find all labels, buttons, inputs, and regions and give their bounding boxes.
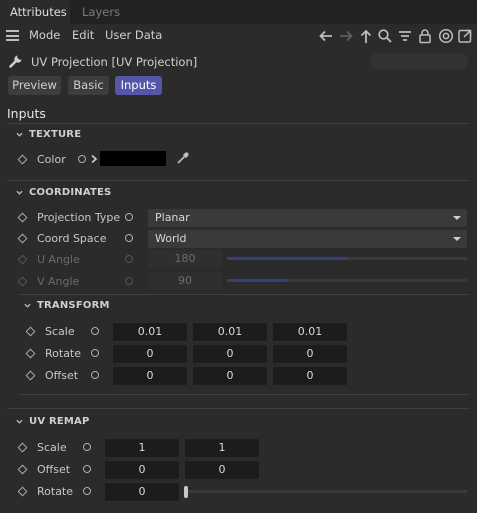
- inputs-button[interactable]: Inputs: [115, 76, 162, 95]
- uv-rotate-slider-handle[interactable]: [184, 486, 188, 498]
- transform-scale-x-field[interactable]: 0.01: [113, 323, 187, 341]
- transform-offset-label: Offset: [45, 369, 79, 382]
- connect-port-icon[interactable]: [91, 327, 99, 335]
- uv-offset-label: Offset: [37, 463, 71, 476]
- coord-space-value: World: [155, 232, 187, 245]
- up-arrow-icon[interactable]: [357, 27, 375, 45]
- eyedropper-icon[interactable]: [175, 150, 191, 166]
- menu-edit[interactable]: Edit: [72, 28, 94, 42]
- section-header-texture[interactable]: TEXTURE: [29, 129, 81, 140]
- section-divider: [7, 180, 470, 181]
- filter-icon[interactable]: [396, 27, 414, 45]
- target-icon[interactable]: [437, 27, 455, 45]
- u-angle-label: U Angle: [37, 253, 80, 266]
- projection-type-value: Planar: [155, 211, 190, 224]
- section-header-coordinates[interactable]: COORDINATES: [29, 187, 111, 198]
- keyframe-diamond-icon[interactable]: [17, 464, 28, 475]
- v-angle-slider-fill: [227, 279, 287, 282]
- transform-scale-y-field[interactable]: 0.01: [193, 323, 267, 341]
- uv-scale-u-field[interactable]: 1: [105, 439, 179, 457]
- new-window-icon[interactable]: [456, 27, 474, 45]
- projection-type-label: Projection Type: [37, 211, 121, 224]
- keyframe-diamond-icon: [17, 254, 28, 265]
- connect-port-icon[interactable]: [83, 487, 91, 495]
- connect-port-icon[interactable]: [83, 465, 91, 473]
- menu-bar: Mode Edit User Data: [0, 24, 477, 48]
- uv-offset-u-field[interactable]: 0: [105, 461, 179, 479]
- uv-rotate-label: Rotate: [37, 485, 74, 498]
- keyframe-diamond-icon[interactable]: [25, 326, 36, 337]
- chevron-down-icon[interactable]: [16, 189, 23, 196]
- coord-space-dropdown[interactable]: World: [148, 230, 467, 248]
- color-label: Color: [37, 153, 66, 166]
- v-angle-field: 90: [148, 272, 222, 290]
- tab-layers[interactable]: Layers: [72, 0, 130, 24]
- keyframe-diamond-icon[interactable]: [17, 212, 28, 223]
- uv-scale-label: Scale: [37, 441, 67, 454]
- tab-attributes[interactable]: Attributes: [0, 0, 70, 24]
- menu-user-data[interactable]: User Data: [105, 28, 162, 42]
- keyframe-diamond-icon[interactable]: [17, 154, 28, 165]
- wrench-icon: [9, 55, 22, 68]
- page-title: Inputs: [7, 106, 46, 121]
- hamburger-icon[interactable]: [6, 30, 19, 41]
- forward-arrow-icon[interactable]: [337, 27, 355, 45]
- uv-scale-v-field[interactable]: 1: [185, 439, 259, 457]
- transform-offset-x-field[interactable]: 0: [113, 367, 187, 385]
- keyframe-diamond-icon[interactable]: [17, 442, 28, 453]
- chevron-down-icon[interactable]: [24, 302, 31, 309]
- coord-space-label: Coord Space: [37, 232, 107, 245]
- transform-scale-label: Scale: [45, 325, 75, 338]
- section-header-transform[interactable]: TRANSFORM: [37, 300, 110, 311]
- preview-button[interactable]: Preview: [8, 76, 61, 95]
- connect-port-icon: [125, 255, 133, 263]
- object-title-bar: UV Projection [UV Projection]: [0, 50, 477, 72]
- transform-rotate-x-field[interactable]: 0: [113, 345, 187, 363]
- transform-scale-z-field[interactable]: 0.01: [273, 323, 347, 341]
- keyframe-diamond-icon: [17, 276, 28, 287]
- menu-mode[interactable]: Mode: [29, 28, 60, 42]
- color-swatch[interactable]: [100, 151, 166, 166]
- projection-type-dropdown[interactable]: Planar: [148, 209, 467, 227]
- v-angle-slider: [227, 279, 467, 282]
- uv-offset-v-field[interactable]: 0: [185, 461, 259, 479]
- section-divider: [18, 294, 470, 295]
- keyframe-diamond-icon[interactable]: [17, 233, 28, 244]
- lock-icon[interactable]: [416, 27, 434, 45]
- u-angle-slider-fill: [227, 257, 347, 260]
- chevron-down-icon[interactable]: [16, 418, 23, 425]
- panel-tab-bar: Attributes Layers: [0, 0, 477, 24]
- keyframe-diamond-icon[interactable]: [25, 348, 36, 359]
- u-angle-field: 180: [148, 250, 222, 268]
- connect-port-icon[interactable]: [91, 349, 99, 357]
- connect-port-icon[interactable]: [125, 234, 133, 242]
- transform-rotate-z-field[interactable]: 0: [273, 345, 347, 363]
- connect-port-icon: [125, 277, 133, 285]
- section-divider: [18, 394, 470, 395]
- chevron-down-icon[interactable]: [16, 131, 23, 138]
- connect-port-icon[interactable]: [125, 213, 133, 221]
- object-title: UV Projection [UV Projection]: [31, 55, 198, 69]
- chevron-right-icon[interactable]: [90, 154, 98, 164]
- uv-rotate-field[interactable]: 0: [105, 483, 179, 501]
- v-angle-label: V Angle: [37, 275, 80, 288]
- transform-offset-z-field[interactable]: 0: [273, 367, 347, 385]
- transform-offset-y-field[interactable]: 0: [193, 367, 267, 385]
- keyframe-diamond-icon[interactable]: [25, 370, 36, 381]
- transform-rotate-label: Rotate: [45, 347, 82, 360]
- keyframe-diamond-icon[interactable]: [17, 486, 28, 497]
- connect-port-icon[interactable]: [83, 443, 91, 451]
- section-divider: [7, 408, 470, 409]
- section-header-uv-remap[interactable]: UV REMAP: [29, 416, 90, 427]
- basic-button[interactable]: Basic: [68, 76, 109, 95]
- uv-rotate-slider[interactable]: [184, 490, 467, 493]
- section-divider: [7, 123, 470, 124]
- u-angle-slider: [227, 257, 467, 260]
- transform-rotate-y-field[interactable]: 0: [193, 345, 267, 363]
- search-pill[interactable]: [370, 53, 468, 69]
- connect-port-icon[interactable]: [91, 371, 99, 379]
- search-icon[interactable]: [376, 27, 394, 45]
- connect-port-icon[interactable]: [78, 155, 86, 163]
- back-arrow-icon[interactable]: [317, 27, 335, 45]
